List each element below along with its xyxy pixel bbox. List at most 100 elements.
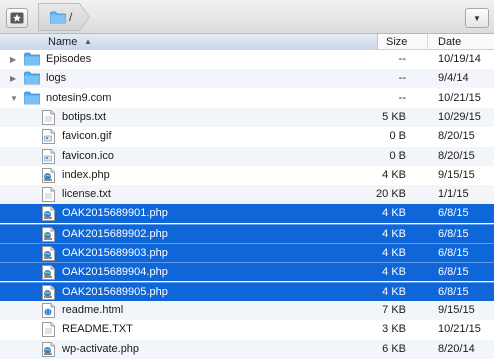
file-row[interactable]: OAK2015689902.php 4 KB 6/8/15 [0, 223, 494, 243]
file-date: 6/8/15 [438, 285, 469, 298]
path-crumb-root[interactable]: / [38, 3, 90, 31]
file-row[interactable]: OAK2015689901.php 4 KB 6/8/15 [0, 204, 494, 224]
file-row[interactable]: OAK2015689905.php 4 KB 6/8/15 [0, 281, 494, 301]
file-row[interactable]: OAK2015689904.php 4 KB 6/8/15 [0, 262, 494, 282]
file-name: favicon.ico [62, 149, 114, 162]
file-row[interactable]: favicon.ico 0 B 8/20/15 [0, 146, 494, 166]
file-row[interactable]: botips.txt 5 KB 10/29/15 [0, 107, 494, 127]
file-date: 9/4/14 [438, 72, 469, 85]
file-size: 20 KB [376, 188, 406, 201]
php-file-icon [42, 206, 57, 222]
file-size: 4 KB [382, 247, 406, 259]
file-date: 8/20/15 [438, 149, 475, 162]
column-header-date[interactable]: Date [428, 34, 494, 50]
folder-row[interactable]: ▶ Episodes -- 10/19/14 [0, 50, 494, 69]
file-row[interactable]: wp-activate.php 6 KB 8/20/14 [0, 339, 494, 359]
file-date: 6/8/15 [438, 207, 469, 220]
php-file-icon [42, 265, 57, 281]
file-size: -- [398, 72, 406, 85]
file-size: 5 KB [382, 110, 406, 123]
file-row[interactable]: license.txt 20 KB 1/1/15 [0, 185, 494, 205]
file-size: 0 B [389, 130, 406, 143]
path-bar: / ▼ [0, 0, 494, 34]
file-list: ▶ Episodes -- 10/19/14 ▶ logs -- 9/4/14 ▼ notesin… [0, 50, 494, 360]
path-dropdown-button[interactable]: ▼ [465, 8, 489, 28]
folder-icon [24, 52, 40, 67]
folder-icon [24, 71, 40, 86]
file-name: notesin9.com [46, 91, 112, 104]
file-name: OAK2015689902.php [62, 227, 168, 240]
file-name: favicon.gif [62, 130, 112, 143]
folder-row[interactable]: ▼ notesin9.com -- 10/21/15 [0, 89, 494, 108]
disclosure-collapsed-icon[interactable]: ▶ [10, 55, 16, 64]
file-date: 10/21/15 [438, 323, 481, 336]
image-file-icon [42, 148, 57, 164]
file-size: 4 KB [382, 207, 406, 220]
file-row[interactable]: favicon.gif 0 B 8/20/15 [0, 127, 494, 146]
file-date: 6/8/15 [438, 266, 469, 279]
file-size: 3 KB [382, 323, 406, 336]
folder-icon [24, 91, 40, 106]
file-date: 10/29/15 [438, 110, 481, 123]
file-size: 7 KB [382, 303, 406, 316]
chevron-down-icon: ▼ [473, 13, 481, 23]
file-size: -- [398, 91, 406, 104]
file-date: 6/8/15 [438, 227, 469, 240]
star-icon [10, 12, 24, 24]
file-row[interactable]: README.TXT 3 KB 10/21/15 [0, 320, 494, 339]
column-header-size[interactable]: Size [378, 34, 428, 50]
column-date-label: Date [438, 36, 462, 48]
file-size: 4 KB [382, 266, 406, 279]
file-name: license.txt [62, 188, 111, 201]
text-file-icon [42, 322, 57, 338]
column-size-label: Size [386, 36, 408, 48]
file-name: wp-activate.php [62, 342, 140, 355]
php-file-icon [42, 246, 57, 261]
php-file-icon [42, 341, 57, 357]
file-date: 10/21/15 [438, 91, 481, 104]
folder-row[interactable]: ▶ logs -- 9/4/14 [0, 69, 494, 89]
column-header-name[interactable]: Name ▲ [0, 34, 378, 50]
file-name: OAK2015689904.php [62, 266, 168, 279]
file-date: 8/20/14 [438, 342, 475, 355]
file-name: botips.txt [62, 110, 107, 123]
file-name: OAK2015689905.php [62, 285, 168, 298]
file-date: 9/15/15 [438, 168, 475, 181]
file-name: README.TXT [62, 323, 133, 336]
php-file-icon [42, 167, 57, 183]
disclosure-expanded-icon[interactable]: ▼ [10, 94, 18, 103]
file-size: 4 KB [382, 227, 406, 240]
text-file-icon [42, 109, 57, 125]
image-file-icon [42, 129, 57, 145]
file-size: 6 KB [382, 342, 406, 355]
file-row[interactable]: readme.html 7 KB 9/15/15 [0, 300, 494, 320]
file-name: OAK2015689903.php [62, 247, 168, 259]
sort-ascending-icon: ▲ [84, 37, 92, 46]
file-name: logs [46, 72, 67, 85]
file-name: index.php [62, 168, 110, 181]
file-date: 9/15/15 [438, 303, 475, 316]
file-date: 6/8/15 [438, 247, 469, 259]
file-name: readme.html [62, 303, 124, 316]
html-file-icon [42, 302, 57, 318]
path-label: / [69, 10, 73, 24]
file-date: 8/20/15 [438, 130, 475, 143]
folder-icon [50, 11, 66, 23]
file-size: 4 KB [382, 285, 406, 298]
favorites-button[interactable] [6, 8, 28, 28]
file-date: 1/1/15 [438, 188, 469, 201]
text-file-icon [42, 187, 57, 203]
file-name: OAK2015689901.php [62, 207, 168, 220]
file-row[interactable]: OAK2015689903.php 4 KB 6/8/15 [0, 243, 494, 262]
file-size: -- [398, 53, 406, 65]
column-name-label: Name [48, 36, 78, 48]
php-file-icon [42, 284, 57, 300]
column-headers: Name ▲ Size Date [0, 34, 494, 50]
file-date: 10/19/14 [438, 53, 481, 65]
file-size: 0 B [389, 149, 406, 162]
file-size: 4 KB [382, 168, 406, 181]
file-name: Episodes [46, 53, 92, 65]
php-file-icon [42, 226, 57, 242]
disclosure-collapsed-icon[interactable]: ▶ [10, 74, 16, 83]
file-row[interactable]: index.php 4 KB 9/15/15 [0, 166, 494, 185]
